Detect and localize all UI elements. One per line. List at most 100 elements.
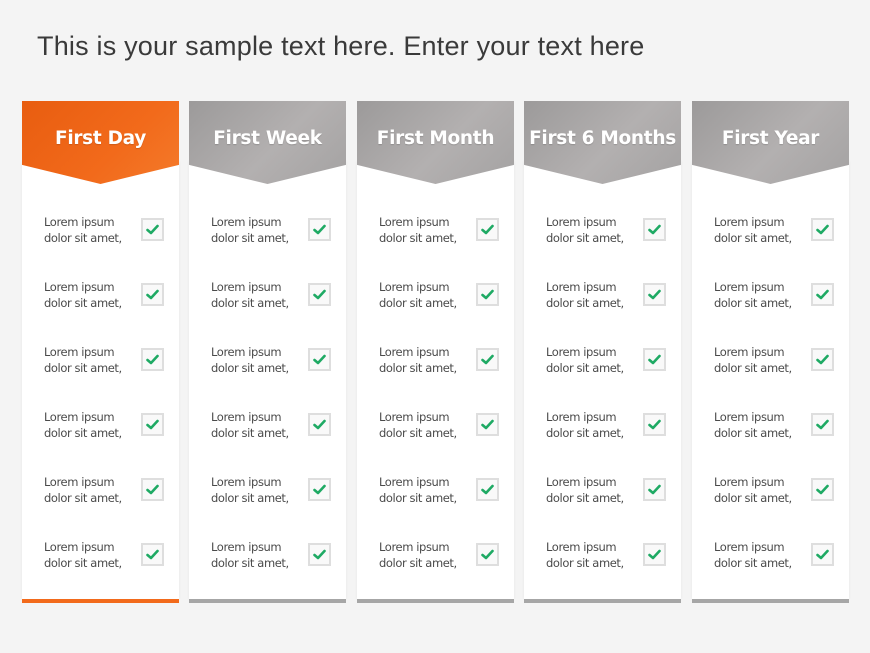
checkbox[interactable] <box>308 413 331 436</box>
check-icon <box>481 354 494 365</box>
list-item-line2: dolor sit amet, <box>546 555 624 570</box>
list-item: Lorem ipsum dolor sit amet, <box>524 280 681 320</box>
list-item-line2: dolor sit amet, <box>714 295 792 310</box>
list-item-text: Lorem ipsum dolor sit amet, <box>379 540 457 571</box>
list-item: Lorem ipsum dolor sit amet, <box>524 345 681 385</box>
column-first-6-months: First 6 Months Lorem ipsum dolor sit amet,… <box>524 101 681 603</box>
list-item-line1: Lorem ipsum <box>44 540 115 554</box>
column-first-month: First Month Lorem ipsum dolor sit amet, Lor… <box>357 101 514 603</box>
check-icon <box>146 289 159 300</box>
check-icon <box>146 549 159 560</box>
list-item: Lorem ipsum dolor sit amet, <box>357 475 514 515</box>
checkbox[interactable] <box>811 413 834 436</box>
checkbox[interactable] <box>643 413 666 436</box>
checkbox[interactable] <box>811 478 834 501</box>
checkbox[interactable] <box>476 218 499 241</box>
list-item-text: Lorem ipsum dolor sit amet, <box>546 280 624 311</box>
list-item-text: Lorem ipsum dolor sit amet, <box>546 215 624 246</box>
checkbox[interactable] <box>643 218 666 241</box>
list-item-line1: Lorem ipsum <box>714 215 785 229</box>
list-item-line2: dolor sit amet, <box>211 360 289 375</box>
list-item-line2: dolor sit amet, <box>714 425 792 440</box>
check-icon <box>146 419 159 430</box>
checkbox[interactable] <box>476 413 499 436</box>
list-item-line1: Lorem ipsum <box>211 215 282 229</box>
list-item-line1: Lorem ipsum <box>379 540 450 554</box>
check-icon <box>816 354 829 365</box>
list-item: Lorem ipsum dolor sit amet, <box>189 345 346 385</box>
checkbox[interactable] <box>141 478 164 501</box>
checkbox[interactable] <box>643 543 666 566</box>
check-icon <box>816 419 829 430</box>
checkbox[interactable] <box>643 478 666 501</box>
checkbox[interactable] <box>141 413 164 436</box>
list-item: Lorem ipsum dolor sit amet, <box>357 345 514 385</box>
checkbox[interactable] <box>308 478 331 501</box>
list-item: Lorem ipsum dolor sit amet, <box>22 215 179 255</box>
check-icon <box>648 354 661 365</box>
list-item-line1: Lorem ipsum <box>546 410 617 424</box>
check-icon <box>648 549 661 560</box>
list-item: Lorem ipsum dolor sit amet, <box>189 410 346 450</box>
list-item-line2: dolor sit amet, <box>379 555 457 570</box>
list-item: Lorem ipsum dolor sit amet, <box>692 215 849 255</box>
list-item-line2: dolor sit amet, <box>44 230 122 245</box>
list-item-text: Lorem ipsum dolor sit amet, <box>211 280 289 311</box>
list-item-line1: Lorem ipsum <box>379 280 450 294</box>
list-item-line2: dolor sit amet, <box>714 555 792 570</box>
list-item-line2: dolor sit amet, <box>44 490 122 505</box>
checkbox[interactable] <box>141 218 164 241</box>
check-icon <box>648 419 661 430</box>
list-item: Lorem ipsum dolor sit amet, <box>22 540 179 580</box>
check-icon <box>816 289 829 300</box>
checkbox[interactable] <box>308 218 331 241</box>
list-item-text: Lorem ipsum dolor sit amet, <box>379 475 457 506</box>
list-item-line1: Lorem ipsum <box>44 280 115 294</box>
list-item-text: Lorem ipsum dolor sit amet, <box>44 475 122 506</box>
checkbox[interactable] <box>811 543 834 566</box>
list-item-line2: dolor sit amet, <box>211 295 289 310</box>
list-item: Lorem ipsum dolor sit amet, <box>524 410 681 450</box>
list-item-line2: dolor sit amet, <box>546 425 624 440</box>
checkbox[interactable] <box>476 283 499 306</box>
column-bottom-bar <box>357 599 514 603</box>
checkbox[interactable] <box>476 348 499 371</box>
checkbox[interactable] <box>141 543 164 566</box>
checkbox[interactable] <box>811 218 834 241</box>
checkbox[interactable] <box>308 543 331 566</box>
list-item-line2: dolor sit amet, <box>44 425 122 440</box>
checkbox[interactable] <box>643 348 666 371</box>
checkbox[interactable] <box>141 283 164 306</box>
checkbox[interactable] <box>308 283 331 306</box>
list-item-text: Lorem ipsum dolor sit amet, <box>546 540 624 571</box>
list-item-line1: Lorem ipsum <box>714 475 785 489</box>
list-item-line1: Lorem ipsum <box>44 215 115 229</box>
checkbox[interactable] <box>811 283 834 306</box>
list-item-line2: dolor sit amet, <box>44 295 122 310</box>
checkbox[interactable] <box>811 348 834 371</box>
checkbox[interactable] <box>308 348 331 371</box>
list-item-text: Lorem ipsum dolor sit amet, <box>211 410 289 441</box>
list-item: Lorem ipsum dolor sit amet, <box>692 540 849 580</box>
list-item: Lorem ipsum dolor sit amet, <box>357 280 514 320</box>
checkbox[interactable] <box>643 283 666 306</box>
list-item-text: Lorem ipsum dolor sit amet, <box>379 280 457 311</box>
check-icon <box>816 224 829 235</box>
column-bottom-bar <box>22 599 179 603</box>
list-item-line2: dolor sit amet, <box>211 555 289 570</box>
check-icon <box>481 484 494 495</box>
checkbox[interactable] <box>476 478 499 501</box>
list-item-line1: Lorem ipsum <box>714 345 785 359</box>
list-item-line2: dolor sit amet, <box>714 360 792 375</box>
page-title: This is your sample text here. Enter you… <box>37 31 645 61</box>
list-item-line1: Lorem ipsum <box>211 410 282 424</box>
check-icon <box>146 354 159 365</box>
list-item: Lorem ipsum dolor sit amet, <box>189 280 346 320</box>
check-icon <box>648 289 661 300</box>
list-item-text: Lorem ipsum dolor sit amet, <box>546 345 624 376</box>
list-item-line2: dolor sit amet, <box>44 360 122 375</box>
checkbox[interactable] <box>141 348 164 371</box>
list-item-text: Lorem ipsum dolor sit amet, <box>44 215 122 246</box>
checkbox[interactable] <box>476 543 499 566</box>
list-item-line2: dolor sit amet, <box>379 425 457 440</box>
